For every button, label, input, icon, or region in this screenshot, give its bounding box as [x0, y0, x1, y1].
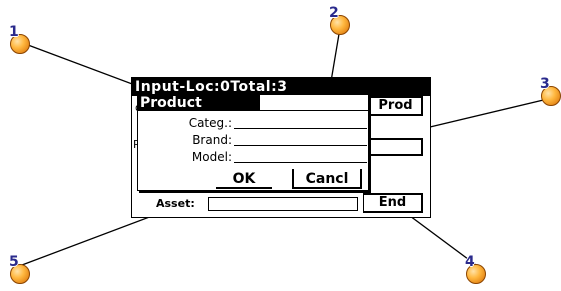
device-screen: Input-Loc:0Total:3 o Pr S S Prod Asset: …: [131, 77, 431, 218]
callout-badge-5: 5: [9, 254, 30, 284]
category-label: Categ.:: [188, 116, 232, 130]
model-label: Model:: [191, 150, 232, 164]
callout-badge-4: 4: [465, 254, 486, 284]
callout-badge-3: 3: [540, 76, 561, 106]
cancel-button[interactable]: Cancl: [292, 169, 362, 189]
brand-row: Brand:: [138, 133, 370, 149]
ok-button[interactable]: OK: [216, 169, 272, 189]
end-button[interactable]: End: [363, 193, 423, 213]
prod-button[interactable]: Prod: [369, 96, 423, 116]
category-row: Categ.:: [138, 116, 370, 132]
callout-number: 4: [465, 254, 475, 270]
brand-field[interactable]: [234, 134, 367, 146]
callout-number: 1: [9, 24, 19, 40]
category-field[interactable]: [234, 117, 367, 129]
model-row: Model:: [138, 150, 370, 166]
dialog-title: Product: [138, 95, 260, 111]
callout-number: 3: [540, 76, 550, 92]
asset-input[interactable]: [208, 197, 358, 211]
brand-label: Brand:: [192, 133, 232, 147]
dialog-title-divider: [258, 110, 368, 111]
callout-badge-2: 2: [329, 5, 350, 35]
callout-number: 5: [9, 254, 19, 270]
callout-number: 2: [329, 5, 339, 21]
product-dialog: Product Categ.: Brand: Model: OK Cancl: [137, 94, 369, 191]
callout-badge-1: 1: [9, 24, 30, 54]
side-button[interactable]: [369, 138, 423, 156]
model-field[interactable]: [234, 151, 367, 163]
asset-label: Asset:: [156, 197, 195, 210]
